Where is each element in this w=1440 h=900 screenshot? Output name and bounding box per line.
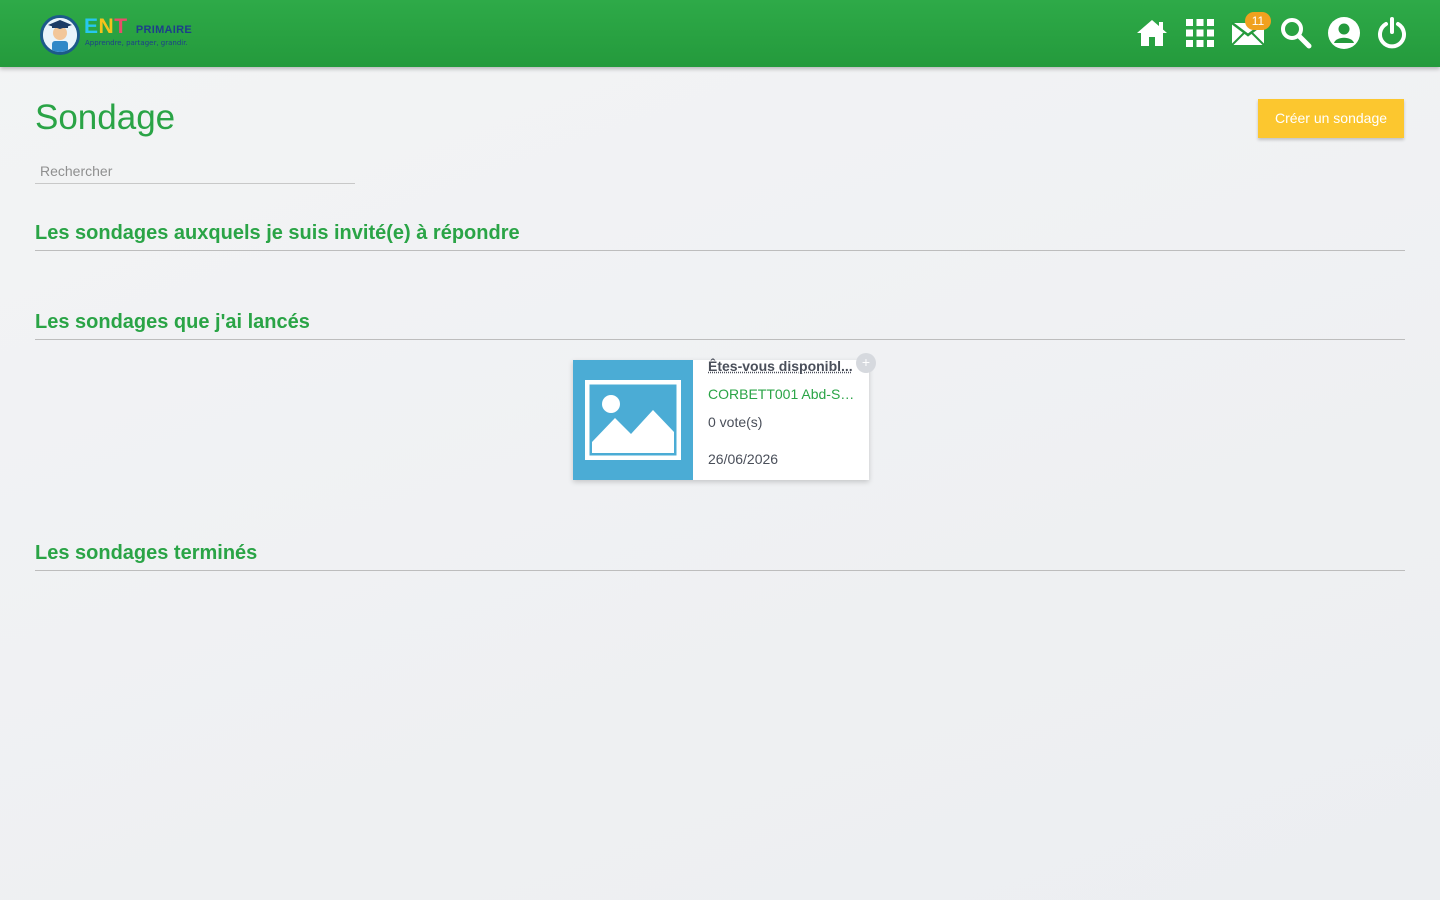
- grid-icon: [1186, 19, 1214, 47]
- section-finished-polls-title: Les sondages terminés: [35, 542, 1405, 571]
- logo-primaire: PRIMAIRE: [135, 24, 193, 36]
- ent-primaire-logo[interactable]: ENT PRIMAIRE Apprendre, partager, grandi…: [38, 12, 218, 56]
- image-placeholder-icon: [585, 380, 681, 460]
- messages-button[interactable]: 11: [1224, 12, 1272, 54]
- account-button[interactable]: [1320, 12, 1368, 54]
- search-button[interactable]: [1272, 12, 1320, 54]
- search-input[interactable]: [35, 158, 355, 184]
- page-title: Sondage: [35, 98, 176, 137]
- home-icon: [1137, 20, 1167, 46]
- poll-votes: 0 vote(s): [708, 414, 763, 430]
- logout-button[interactable]: [1368, 12, 1416, 54]
- poll-thumbnail: [573, 360, 693, 480]
- poll-title[interactable]: Êtes-vous disponibl...: [708, 358, 856, 374]
- search-icon: [1281, 18, 1312, 49]
- logo-tagline: Apprendre, partager, grandir.: [85, 39, 188, 47]
- section-invited-polls-title: Les sondages auxquels je suis invité(e) …: [35, 222, 1405, 251]
- unread-messages-badge: 11: [1245, 12, 1271, 30]
- logo-mascot-icon: [40, 15, 80, 55]
- logo-letter-n: N: [98, 15, 115, 38]
- plus-icon[interactable]: +: [856, 353, 876, 373]
- logo-brand: ENT PRIMAIRE: [84, 15, 192, 39]
- logo-letter-e: E: [84, 15, 99, 38]
- home-button[interactable]: [1128, 12, 1176, 54]
- poll-author: CORBETT001 Abd-Sa...: [708, 386, 856, 402]
- apps-button[interactable]: [1176, 12, 1224, 54]
- top-nav: 11: [1128, 12, 1416, 54]
- user-icon: [1328, 17, 1360, 49]
- create-poll-button[interactable]: Créer un sondage: [1258, 99, 1404, 138]
- top-bar: ENT PRIMAIRE Apprendre, partager, grandi…: [0, 0, 1440, 67]
- poll-date: 26/06/2026: [708, 451, 779, 467]
- poll-card[interactable]: Êtes-vous disponibl... CORBETT001 Abd-Sa…: [573, 353, 876, 480]
- power-icon: [1378, 17, 1406, 49]
- logo-letter-t: T: [114, 15, 128, 38]
- section-launched-polls-title: Les sondages que j'ai lancés: [35, 311, 1405, 340]
